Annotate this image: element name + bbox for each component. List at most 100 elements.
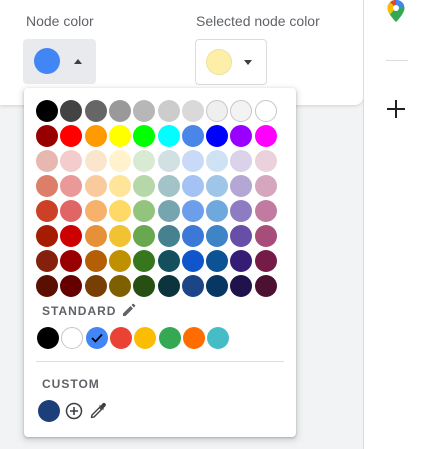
palette-color-swatch[interactable] xyxy=(36,125,58,147)
palette-color-swatch[interactable] xyxy=(157,275,180,297)
palette-color-swatch[interactable] xyxy=(133,125,156,147)
palette-color-swatch[interactable] xyxy=(181,150,204,172)
palette-color-swatch[interactable] xyxy=(36,100,58,122)
palette-color-swatch[interactable] xyxy=(84,250,107,272)
palette-color-swatch[interactable] xyxy=(254,250,277,272)
palette-color-swatch[interactable] xyxy=(206,150,229,172)
palette-color-swatch[interactable] xyxy=(254,150,277,172)
palette-color-swatch[interactable] xyxy=(181,100,204,122)
google-maps-icon[interactable] xyxy=(387,0,405,22)
palette-color-swatch[interactable] xyxy=(254,275,277,297)
standard-color-swatch[interactable] xyxy=(85,327,108,349)
pencil-icon[interactable] xyxy=(122,303,136,317)
palette-color-swatch[interactable] xyxy=(133,150,156,172)
palette-color-swatch[interactable] xyxy=(206,250,229,272)
standard-color-swatch[interactable] xyxy=(37,327,59,349)
palette-color-swatch[interactable] xyxy=(60,250,83,272)
palette-color-swatch[interactable] xyxy=(206,200,229,222)
standard-color-swatch[interactable] xyxy=(182,327,205,349)
palette-color-swatch[interactable] xyxy=(230,150,253,172)
palette-color-swatch[interactable] xyxy=(157,200,180,222)
palette-color-swatch[interactable] xyxy=(206,175,229,197)
palette-color-swatch[interactable] xyxy=(36,200,58,222)
palette-color-swatch[interactable] xyxy=(60,275,83,297)
palette-color-swatch[interactable] xyxy=(133,100,156,122)
palette-color-swatch[interactable] xyxy=(181,225,204,247)
palette-color-swatch[interactable] xyxy=(181,250,204,272)
palette-color-swatch[interactable] xyxy=(60,100,83,122)
palette-color-swatch[interactable] xyxy=(157,150,180,172)
node-color-button[interactable] xyxy=(23,39,96,84)
standard-color-swatch[interactable] xyxy=(61,327,84,349)
palette-color-swatch[interactable] xyxy=(230,100,253,122)
palette-color-swatch[interactable] xyxy=(254,175,277,197)
palette-color-swatch[interactable] xyxy=(230,200,253,222)
palette-color-swatch[interactable] xyxy=(181,175,204,197)
selected-node-color-button[interactable] xyxy=(195,39,267,85)
palette-color-swatch[interactable] xyxy=(84,100,107,122)
palette-color-swatch[interactable] xyxy=(157,100,180,122)
palette-color-swatch[interactable] xyxy=(108,125,131,147)
palette-color-swatch[interactable] xyxy=(84,225,107,247)
palette-color-swatch[interactable] xyxy=(230,225,253,247)
palette-color-swatch[interactable] xyxy=(181,200,204,222)
palette-color-swatch[interactable] xyxy=(36,225,58,247)
palette-color-swatch[interactable] xyxy=(206,125,229,147)
palette-color-swatch[interactable] xyxy=(60,125,83,147)
palette-color-swatch[interactable] xyxy=(84,125,107,147)
node-color-label: Node color xyxy=(26,13,94,29)
palette-color-swatch[interactable] xyxy=(230,250,253,272)
palette-color-swatch[interactable] xyxy=(133,200,156,222)
standard-color-swatch[interactable] xyxy=(158,327,181,349)
palette-color-swatch[interactable] xyxy=(230,125,253,147)
palette-color-swatch[interactable] xyxy=(60,200,83,222)
palette-color-swatch[interactable] xyxy=(108,250,131,272)
palette-color-swatch[interactable] xyxy=(108,175,131,197)
palette-color-swatch[interactable] xyxy=(157,250,180,272)
palette-color-swatch[interactable] xyxy=(36,175,58,197)
standard-color-swatch[interactable] xyxy=(109,327,132,349)
add-circle-icon[interactable] xyxy=(65,402,83,420)
palette-color-swatch[interactable] xyxy=(157,175,180,197)
palette-color-swatch[interactable] xyxy=(254,125,277,147)
palette-color-swatch[interactable] xyxy=(157,125,180,147)
standard-section-title: STANDARD xyxy=(42,304,117,318)
palette-color-swatch[interactable] xyxy=(108,200,131,222)
palette-color-swatch[interactable] xyxy=(60,175,83,197)
eyedropper-icon[interactable] xyxy=(89,402,107,420)
palette-color-swatch[interactable] xyxy=(84,175,107,197)
section-divider xyxy=(36,361,284,362)
palette-color-swatch[interactable] xyxy=(60,150,83,172)
palette-color-swatch[interactable] xyxy=(206,225,229,247)
palette-color-swatch[interactable] xyxy=(133,225,156,247)
palette-color-swatch[interactable] xyxy=(230,175,253,197)
palette-color-swatch[interactable] xyxy=(133,275,156,297)
palette-color-swatch[interactable] xyxy=(108,100,131,122)
palette-color-swatch[interactable] xyxy=(254,100,277,122)
palette-color-swatch[interactable] xyxy=(36,150,58,172)
palette-color-swatch[interactable] xyxy=(84,200,107,222)
palette-color-swatch[interactable] xyxy=(60,225,83,247)
palette-color-swatch[interactable] xyxy=(254,200,277,222)
palette-color-swatch[interactable] xyxy=(230,275,253,297)
palette-color-swatch[interactable] xyxy=(108,275,131,297)
palette-color-swatch[interactable] xyxy=(133,250,156,272)
palette-color-swatch[interactable] xyxy=(36,250,58,272)
palette-color-swatch[interactable] xyxy=(36,275,58,297)
palette-color-swatch[interactable] xyxy=(133,175,156,197)
palette-color-swatch[interactable] xyxy=(157,225,180,247)
standard-color-swatch[interactable] xyxy=(207,327,230,349)
palette-color-swatch[interactable] xyxy=(84,150,107,172)
palette-color-swatch[interactable] xyxy=(181,125,204,147)
palette-color-swatch[interactable] xyxy=(254,225,277,247)
plus-icon[interactable] xyxy=(387,100,405,118)
palette-color-swatch[interactable] xyxy=(206,275,229,297)
palette-color-swatch[interactable] xyxy=(181,275,204,297)
custom-color-swatch[interactable] xyxy=(38,400,60,422)
palette-color-swatch[interactable] xyxy=(108,150,131,172)
palette-color-swatch[interactable] xyxy=(108,225,131,247)
side-panel xyxy=(363,0,427,449)
palette-color-swatch[interactable] xyxy=(206,100,229,122)
standard-color-swatch[interactable] xyxy=(134,327,157,349)
palette-color-swatch[interactable] xyxy=(84,275,107,297)
